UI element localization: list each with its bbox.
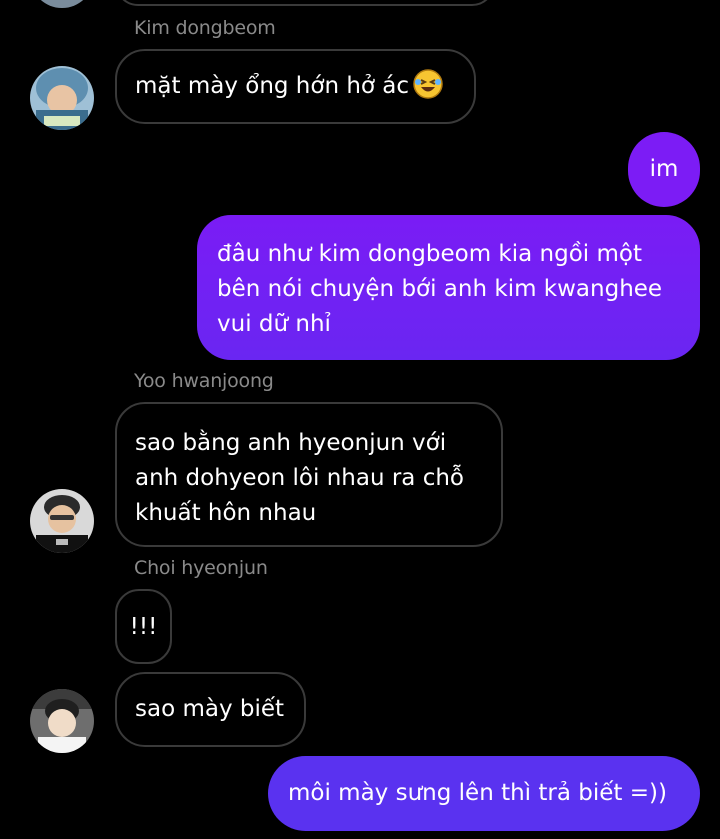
previous-message-bubble[interactable] bbox=[115, 0, 495, 6]
message-bubble[interactable]: !!! bbox=[115, 589, 172, 664]
message-bubble[interactable]: sao mày biết bbox=[115, 672, 306, 747]
avatar-previous[interactable] bbox=[30, 0, 94, 8]
avatar-yoo-hwanjoong[interactable] bbox=[30, 489, 94, 553]
sender-name: Yoo hwanjoong bbox=[134, 370, 274, 392]
avatar-choi-hyeonjun[interactable] bbox=[30, 689, 94, 753]
message-line: khuất hôn nhau bbox=[135, 500, 317, 526]
message-bubble-outgoing[interactable]: im bbox=[628, 132, 700, 207]
rolling-on-floor-laughing-emoji bbox=[413, 69, 443, 99]
message-line: đâu như kim dongbeom kia ngồi một bbox=[217, 241, 642, 267]
message-text: mặt mày ổng hớn hở ác bbox=[135, 73, 410, 99]
sender-name: Choi hyeonjun bbox=[134, 557, 268, 579]
message-bubble[interactable]: sao bằng anh hyeonjun với anh dohyeon lô… bbox=[115, 402, 503, 547]
message-line: bên nói chuyện bới anh kim kwanghee bbox=[217, 276, 663, 302]
message-text: im bbox=[649, 156, 679, 182]
message-line: anh dohyeon lôi nhau ra chỗ bbox=[135, 465, 464, 491]
message-text: !!! bbox=[129, 614, 158, 640]
message-line: vui dữ nhỉ bbox=[217, 311, 331, 337]
message-bubble-outgoing[interactable]: môi mày sưng lên thì trả biết =)) bbox=[268, 756, 700, 831]
sender-name: Kim dongbeom bbox=[134, 17, 276, 39]
message-text: môi mày sưng lên thì trả biết =)) bbox=[288, 780, 667, 806]
message-text: sao mày biết bbox=[135, 696, 285, 722]
message-line: sao bằng anh hyeonjun với bbox=[135, 430, 447, 456]
message-bubble-outgoing[interactable]: đâu như kim dongbeom kia ngồi một bên nó… bbox=[197, 215, 700, 360]
avatar-kim-dongbeom[interactable] bbox=[30, 66, 94, 130]
message-bubble[interactable]: mặt mày ổng hớn hở ác bbox=[115, 49, 476, 124]
